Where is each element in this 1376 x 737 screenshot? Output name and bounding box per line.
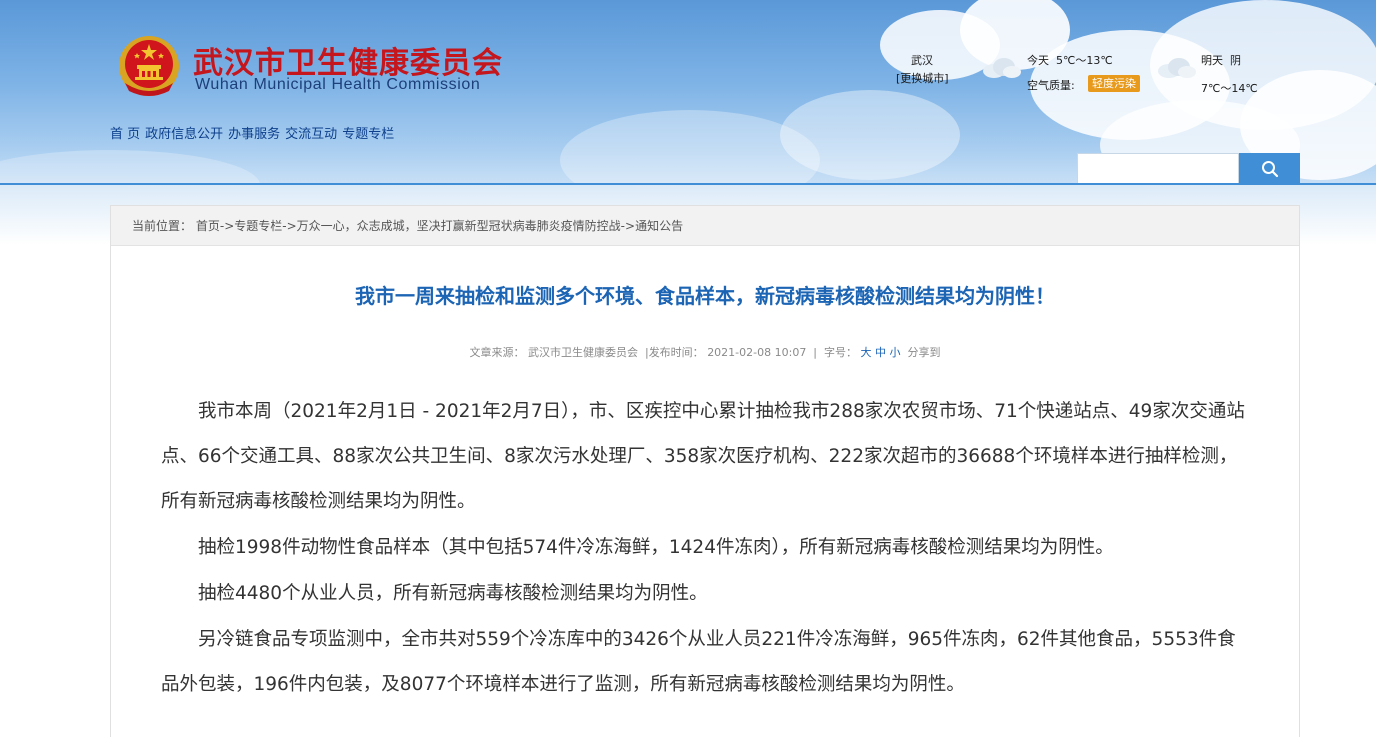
tomorrow-label: 明天	[1201, 54, 1223, 67]
font-size-large-button[interactable]: 大	[861, 346, 872, 359]
share-button[interactable]: 分享到	[908, 346, 941, 359]
nav-item-services[interactable]: 办事服务	[228, 123, 280, 142]
search-input[interactable]	[1077, 153, 1239, 184]
breadcrumb-item-epidemic-topic[interactable]: 万众一心，众志成城，坚决打赢新型冠状病毒肺炎疫情防控战	[297, 219, 621, 233]
search-button[interactable]	[1239, 153, 1300, 184]
font-size-medium-button[interactable]: 中	[875, 346, 886, 359]
article-title: 我市一周来抽检和监测多个环境、食品样本，新冠病毒核酸检测结果均为阴性！	[355, 284, 1055, 308]
site-header: 武汉市卫生健康委员会 Wuhan Municipal Health Commis…	[0, 0, 1376, 185]
today-label: 今天	[1027, 54, 1049, 67]
breadcrumb-label: 当前位置：	[132, 219, 193, 233]
national-emblem-logo	[119, 36, 179, 96]
weather-city: 武汉	[911, 54, 933, 67]
article-source: 武汉市卫生健康委员会	[527, 346, 638, 359]
nav-item-home[interactable]: 首 页	[110, 123, 140, 142]
article-paragraph: 抽检1998件动物性食品样本（其中包括574件冷冻海鲜，1424件冻肉），所有新…	[198, 537, 1114, 558]
font-size-small-button[interactable]: 小	[890, 346, 901, 359]
article-container: 当前位置： 首页->专题专栏->万众一心，众志成城，坚决打赢新型冠状病毒肺炎疫情…	[110, 205, 1300, 737]
article-paragraph: 抽检4480个从业人员，所有新冠病毒核酸检测结果均为阴性。	[198, 583, 708, 604]
breadcrumb: 当前位置： 首页->专题专栏->万众一心，众志成城，坚决打赢新型冠状病毒肺炎疫情…	[111, 206, 1299, 246]
nav-item-special-topics[interactable]: 专题专栏	[342, 123, 394, 142]
source-label: 文章来源：	[469, 346, 525, 359]
breadcrumb-item-notices[interactable]: 通知公告	[635, 219, 683, 233]
breadcrumb-separator: ->	[282, 219, 297, 233]
nav-item-interaction[interactable]: 交流互动	[285, 123, 337, 142]
article-paragraph: 另冷链食品专项监测中，全市共对559个冷冻库中的3426个从业人员221件冷冻海…	[161, 629, 1236, 695]
cloudy-icon	[1158, 58, 1196, 78]
today-weather: 今天 5℃～13℃	[1027, 52, 1113, 68]
tomorrow-temperature: 7℃～14℃	[1201, 82, 1258, 95]
site-title-english: Wuhan Municipal Health Commission	[195, 76, 481, 93]
article-meta: 文章来源： 武汉市卫生健康委员会 |发布时间： 2021-02-08 10:07…	[469, 346, 941, 359]
article-body: 我市本周（2021年2月1日 - 2021年2月7日），市、区疾控中心累计抽检我…	[161, 389, 1247, 708]
breadcrumb-separator: ->	[620, 219, 636, 233]
nav-item-gov-info[interactable]: 政府信息公开	[145, 123, 223, 142]
main-nav: 首 页 政府信息公开 办事服务 交流互动 专题专栏	[110, 123, 394, 142]
today-temperature: 5℃～13℃	[1056, 54, 1113, 67]
aqi-badge: 轻度污染	[1088, 75, 1140, 92]
breadcrumb-item-special-topics[interactable]: 专题专栏	[234, 219, 282, 233]
date-label: 发布时间：	[648, 346, 704, 359]
article-paragraph: 我市本周（2021年2月1日 - 2021年2月7日），市、区疾控中心累计抽检我…	[161, 401, 1245, 512]
tomorrow-condition: 阴	[1230, 54, 1241, 67]
tomorrow-weather: 明天 阴	[1201, 52, 1241, 68]
aqi-label: 空气质量:	[1027, 79, 1075, 92]
font-size-label: 字号：	[824, 346, 858, 359]
publish-date: 2021-02-08 10:07	[707, 346, 807, 359]
cloudy-icon	[983, 58, 1021, 78]
change-city-link[interactable]: [更换城市]	[896, 70, 949, 86]
breadcrumb-item-home[interactable]: 首页	[196, 219, 220, 233]
breadcrumb-separator: ->	[219, 219, 235, 233]
search-icon	[1261, 160, 1278, 177]
